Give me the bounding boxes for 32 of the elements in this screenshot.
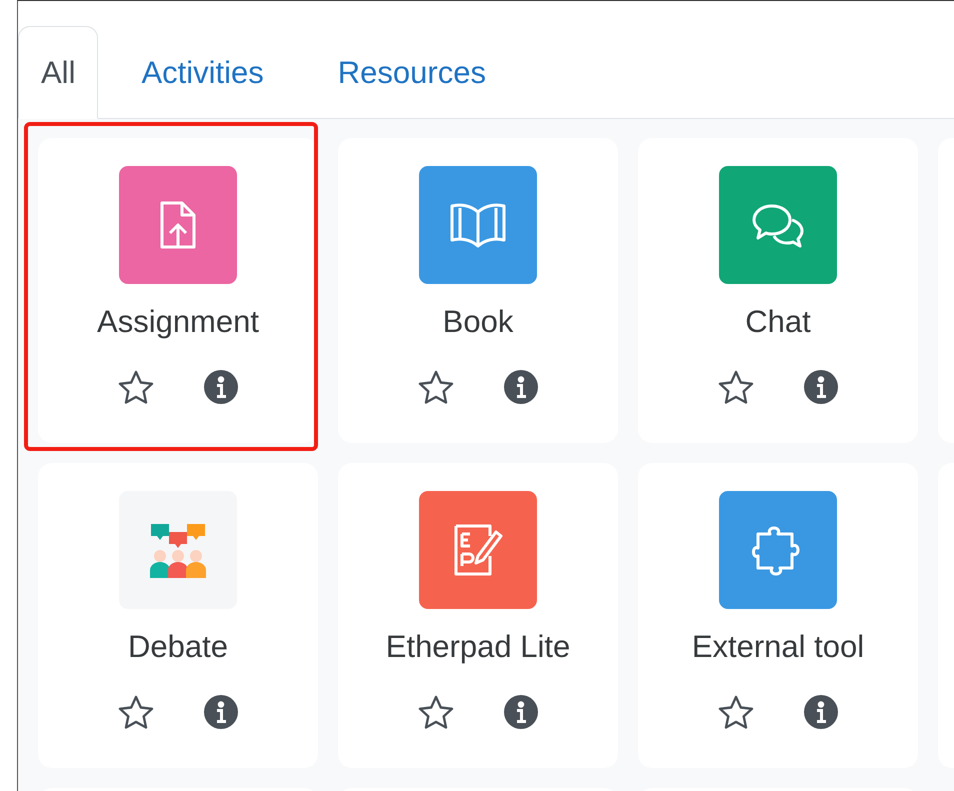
tab[interactable]: Resources: [306, 26, 517, 119]
module-name: Chat: [745, 304, 811, 340]
star-icon[interactable]: [418, 695, 454, 729]
module-card[interactable]: Etherpad Lite: [338, 463, 618, 768]
module-icon: [119, 491, 237, 609]
module-name: Etherpad Lite: [386, 629, 570, 665]
module-name: Debate: [128, 629, 228, 665]
info-icon[interactable]: [504, 695, 538, 729]
info-icon[interactable]: [204, 370, 238, 404]
star-icon[interactable]: [718, 695, 754, 729]
star-icon[interactable]: [118, 370, 154, 404]
tab[interactable]: Activities: [110, 26, 295, 119]
module-card[interactable]: Chat: [638, 138, 918, 443]
module-card[interactable]: External tool: [638, 463, 918, 768]
info-icon[interactable]: [204, 695, 238, 729]
module-icon: [419, 166, 537, 284]
info-icon[interactable]: [504, 370, 538, 404]
info-icon[interactable]: [804, 370, 838, 404]
module-name: Book: [442, 304, 514, 340]
star-icon[interactable]: [418, 370, 454, 404]
module-name: Assignment: [97, 304, 259, 340]
star-icon[interactable]: [118, 695, 154, 729]
module-name: External tool: [692, 629, 864, 665]
info-icon[interactable]: [804, 695, 838, 729]
star-icon[interactable]: [718, 370, 754, 404]
module-card[interactable]: Debate: [38, 463, 318, 768]
module-icon: [719, 166, 837, 284]
module-card[interactable]: Book: [338, 138, 618, 443]
module-icon: [419, 491, 537, 609]
module-icon: [719, 491, 837, 609]
tab[interactable]: All: [18, 26, 98, 119]
module-icon: [119, 166, 237, 284]
